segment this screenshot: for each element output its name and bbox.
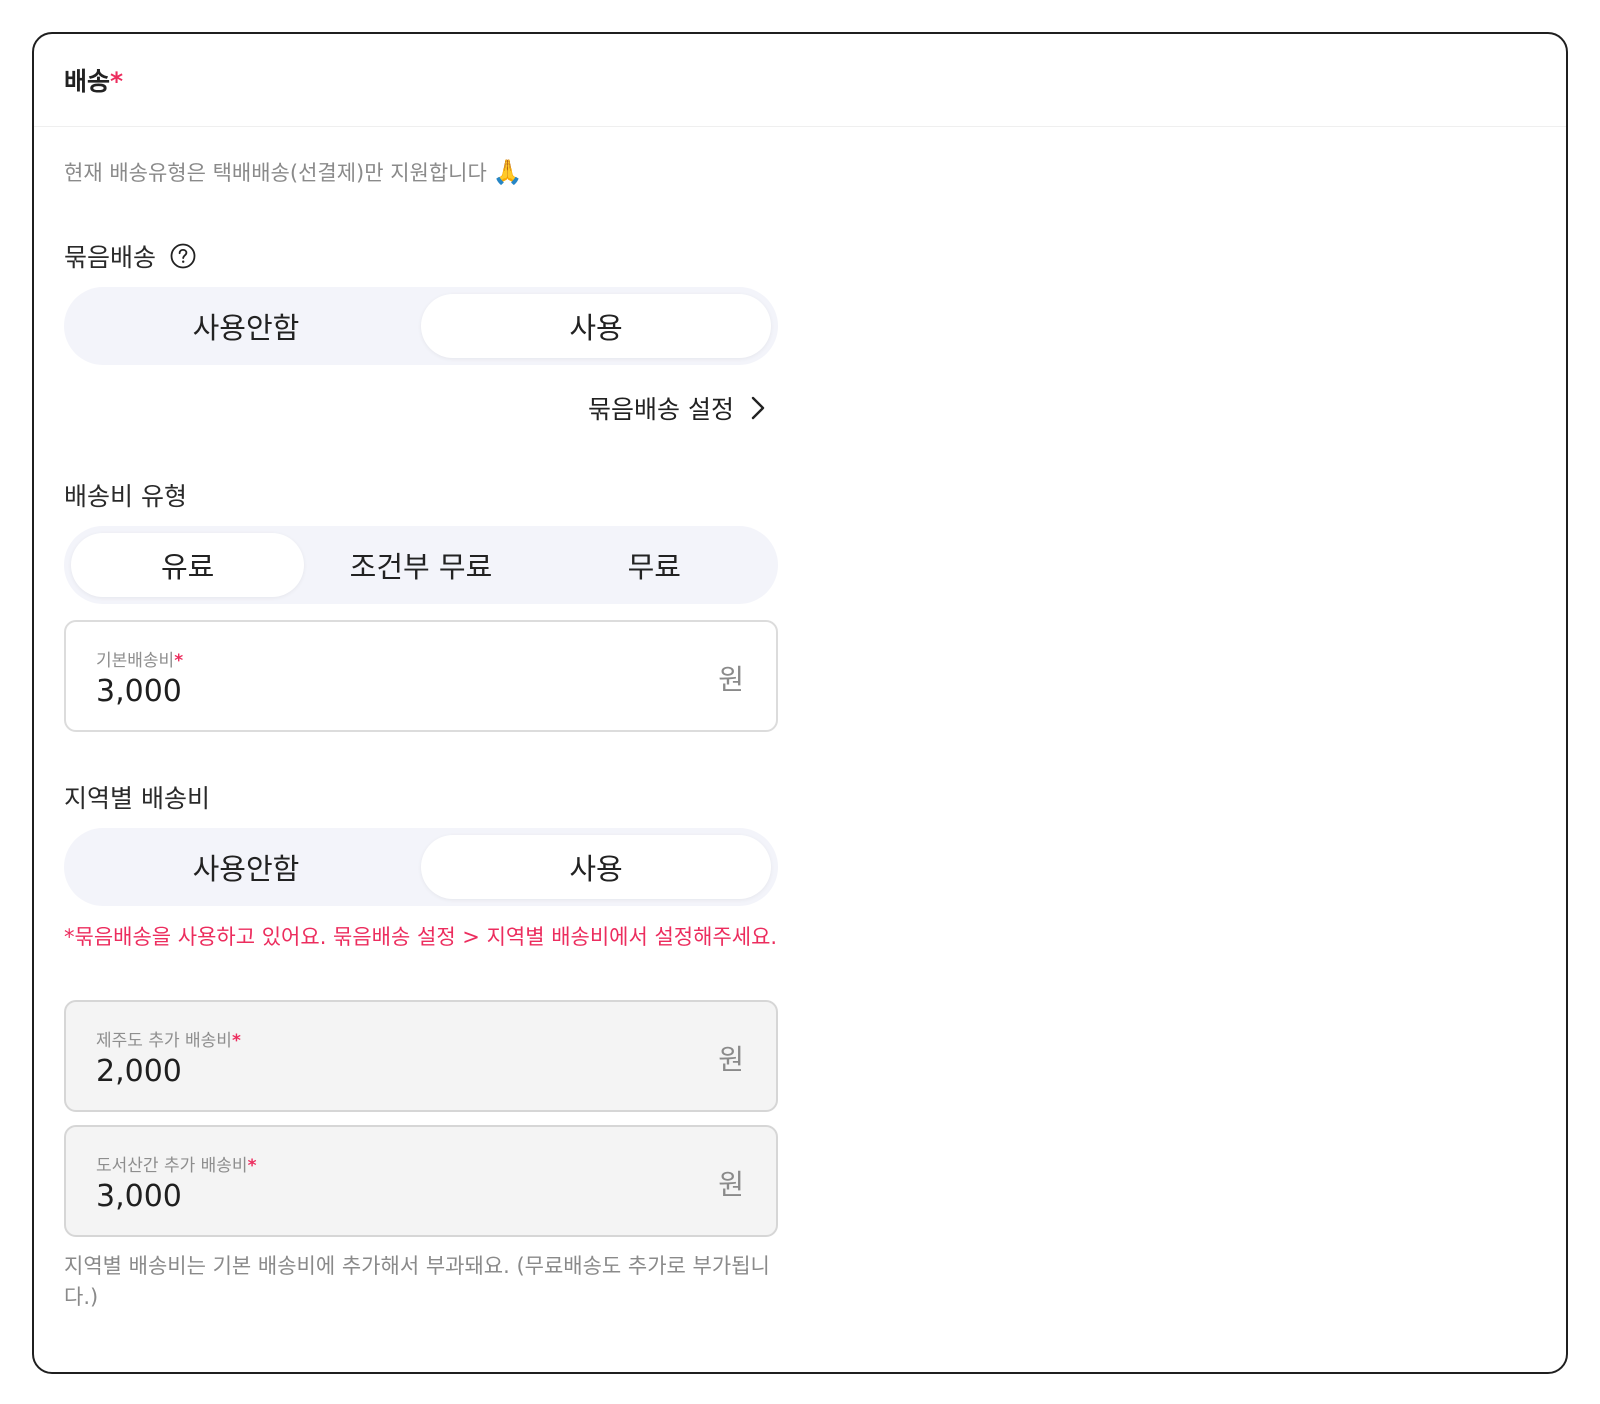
- card-header: 배송*: [34, 34, 1566, 127]
- shipping-notice: 현재 배송유형은 택배배송(선결제)만 지원합니다 🙏: [64, 157, 523, 187]
- chevron-right-icon: [751, 396, 765, 420]
- required-mark: *: [247, 1156, 257, 1176]
- regional-option-on[interactable]: 사용: [421, 835, 771, 899]
- question-circle-icon[interactable]: [170, 243, 196, 269]
- island-fee-field: 도서산간 추가 배송비* 3,000 원: [64, 1125, 778, 1237]
- bundle-option-on[interactable]: 사용: [421, 294, 771, 358]
- bundle-settings-text: 묶음배송 설정: [588, 395, 734, 424]
- regional-option-off[interactable]: 사용안함: [71, 835, 421, 899]
- base-fee-input[interactable]: 3,000: [96, 674, 182, 709]
- regional-fee-footnote: 지역별 배송비는 기본 배송비에 추가해서 부과돼요. (무료배송도 추가로 부…: [64, 1254, 770, 1309]
- bundle-toggle: 사용안함 사용: [64, 287, 778, 365]
- bundle-warning: *묶음배송을 사용하고 있어요. 묶음배송 설정 > 지역별 배송비에서 설정해…: [64, 925, 778, 949]
- pray-icon: 🙏: [492, 158, 523, 186]
- jeju-fee-input: 2,000: [96, 1054, 182, 1089]
- regional-fee-toggle: 사용안함 사용: [64, 828, 778, 906]
- regional-fee-label-text: 지역별 배송비: [64, 784, 210, 813]
- base-fee-unit: 원: [718, 663, 744, 696]
- jeju-fee-label: 제주도 추가 배송비*: [96, 1031, 241, 1051]
- fee-type-paid[interactable]: 유료: [71, 533, 305, 597]
- fee-type-conditional-free[interactable]: 조건부 무료: [304, 533, 537, 597]
- fee-type-label-text: 배송비 유형: [64, 482, 187, 511]
- jeju-fee-field: 제주도 추가 배송비* 2,000 원: [64, 1000, 778, 1112]
- bundle-settings-link[interactable]: 묶음배송 설정: [64, 390, 766, 426]
- regional-fee-label: 지역별 배송비: [64, 779, 210, 815]
- base-fee-label: 기본배송비*: [96, 651, 184, 671]
- island-fee-unit: 원: [718, 1168, 744, 1201]
- fee-type-free[interactable]: 무료: [538, 533, 771, 597]
- base-fee-field[interactable]: 기본배송비* 3,000 원: [64, 620, 778, 732]
- section-title: 배송*: [64, 67, 124, 96]
- bundle-label-text: 묶음배송: [64, 243, 157, 272]
- fee-type-label: 배송비 유형: [64, 477, 187, 513]
- bundle-label: 묶음배송: [64, 238, 196, 274]
- island-fee-label: 도서산간 추가 배송비*: [96, 1156, 257, 1176]
- required-mark: *: [231, 1031, 241, 1051]
- fee-type-toggle: 유료 조건부 무료 무료: [64, 526, 778, 604]
- shipping-card: 배송* 현재 배송유형은 택배배송(선결제)만 지원합니다 🙏 묶음배송 사용안…: [32, 32, 1568, 1374]
- required-mark: *: [110, 67, 124, 96]
- bundle-option-off[interactable]: 사용안함: [71, 294, 421, 358]
- jeju-fee-unit: 원: [718, 1043, 744, 1076]
- notice-text: 현재 배송유형은 택배배송(선결제)만 지원합니다: [64, 161, 487, 185]
- required-mark: *: [174, 651, 184, 671]
- island-fee-input: 3,000: [96, 1179, 182, 1214]
